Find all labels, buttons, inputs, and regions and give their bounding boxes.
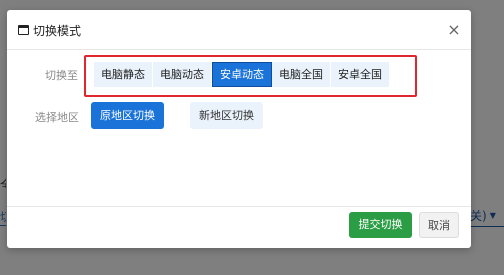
dialog-footer-divider (7, 206, 471, 207)
mode-button-group: 电脑静态 电脑动态 安卓动态 电脑全国 安卓全国 (94, 62, 390, 87)
switch-mode-dialog: 切换模式 × 切换至 电脑静态 电脑动态 安卓动态 电脑全国 安卓全国 选择地区… (7, 10, 471, 248)
original-region-switch-button[interactable]: 原地区切换 (91, 102, 164, 129)
submit-switch-button[interactable]: 提交切换 (349, 212, 412, 238)
mode-pc-static-button[interactable]: 电脑静态 (94, 62, 153, 87)
background-input-fragment: 切 (0, 208, 6, 226)
background-text-fragment: 全 (0, 176, 6, 188)
mode-android-dynamic-button[interactable]: 安卓动态 (212, 62, 272, 87)
close-icon[interactable]: × (444, 20, 464, 40)
select-region-label: 选择地区 (35, 111, 79, 124)
caret-down-icon: ▼ (489, 211, 496, 220)
new-region-switch-button[interactable]: 新地区切换 (190, 102, 263, 129)
cancel-button[interactable]: 取消 (419, 212, 459, 238)
background-select-fragment: 关) ▼ (470, 205, 504, 227)
mode-pc-national-button[interactable]: 电脑全国 (272, 62, 331, 87)
mode-pc-dynamic-button[interactable]: 电脑动态 (153, 62, 212, 87)
mode-android-national-button[interactable]: 安卓全国 (331, 62, 390, 87)
switch-to-label: 切换至 (45, 69, 78, 82)
dialog-header: 切换模式 × (7, 10, 471, 50)
window-icon (18, 25, 29, 35)
dialog-title: 切换模式 (33, 24, 82, 38)
background-select-text: 关) (470, 209, 487, 223)
